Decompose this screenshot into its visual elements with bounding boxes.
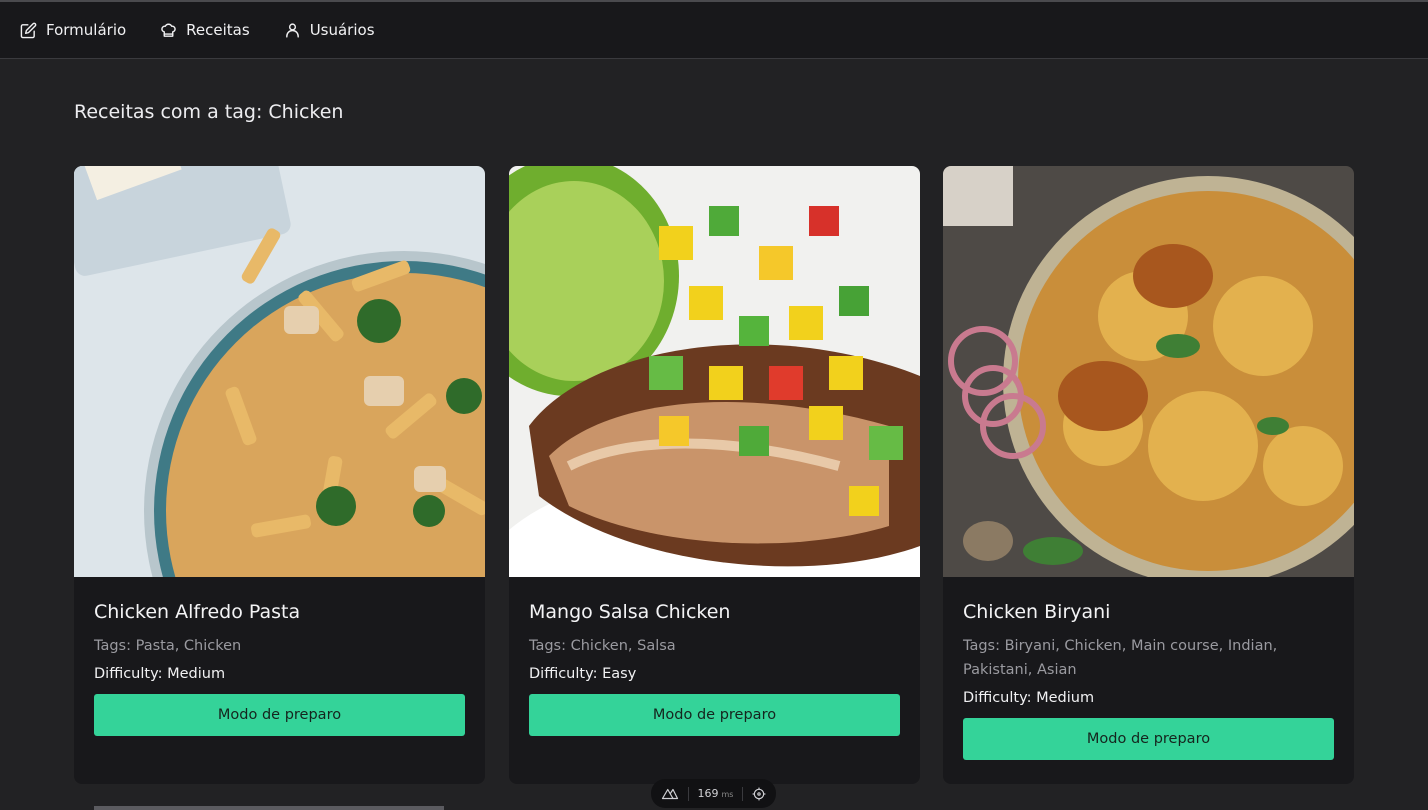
recipe-title: Mango Salsa Chicken [529, 601, 731, 623]
recipe-title: Chicken Alfredo Pasta [94, 601, 301, 623]
recipe-difficulty: Difficulty: Medium [94, 666, 226, 682]
nav-item-receitas[interactable]: Receitas [160, 21, 250, 39]
nuxt-icon[interactable] [661, 788, 679, 800]
nav-label-formulario: Formulário [46, 21, 127, 39]
nav-label-usuarios: Usuários [309, 21, 375, 39]
modo-de-preparo-button[interactable]: Modo de preparo [529, 694, 900, 736]
recipe-difficulty: Difficulty: Medium [963, 690, 1095, 706]
devtools-bar[interactable]: 169 ms [651, 779, 776, 808]
crosshair-icon[interactable] [752, 787, 766, 801]
recipe-difficulty: Difficulty: Easy [529, 666, 637, 682]
nav-label-receitas: Receitas [186, 21, 250, 39]
nav-item-formulario[interactable]: Formulário [20, 21, 126, 39]
nav-item-usuarios[interactable]: Usuários [284, 21, 375, 39]
page-title: Receitas com a tag: Chicken [74, 101, 344, 123]
devtools-separator [687, 786, 689, 801]
modo-de-preparo-button[interactable]: Modo de preparo [94, 694, 465, 736]
devtools-separator [742, 786, 744, 801]
recipe-card: Chicken Alfredo Pasta Tags: Pasta, Chick… [74, 166, 485, 784]
recipe-title: Chicken Biryani [963, 601, 1111, 623]
recipe-image-chicken-alfredo-pasta [74, 166, 485, 577]
recipe-card: Mango Salsa Chicken Tags: Chicken, Salsa… [509, 166, 920, 784]
recipe-tags: Tags: Pasta, Chicken [94, 638, 242, 654]
recipe-image-mango-salsa-chicken [509, 166, 920, 577]
modo-de-preparo-button[interactable]: Modo de preparo [963, 718, 1334, 760]
recipe-tags: Tags: Biryani, Chicken, Main course, Ind… [963, 638, 1278, 678]
recipe-card: Chicken Biryani Tags: Biryani, Chicken, … [943, 166, 1354, 784]
user-icon [285, 22, 299, 38]
recipe-image-chicken-biryani [943, 166, 1354, 577]
next-row-card-edge [94, 806, 444, 810]
recipe-tags: Tags: Chicken, Salsa [529, 638, 676, 654]
devtools-timing: 169 ms [697, 787, 734, 800]
top-navbar: Formulário Receitas Usuários [0, 2, 1428, 59]
chef-hat-icon [161, 23, 176, 37]
edit-icon [20, 22, 37, 38]
